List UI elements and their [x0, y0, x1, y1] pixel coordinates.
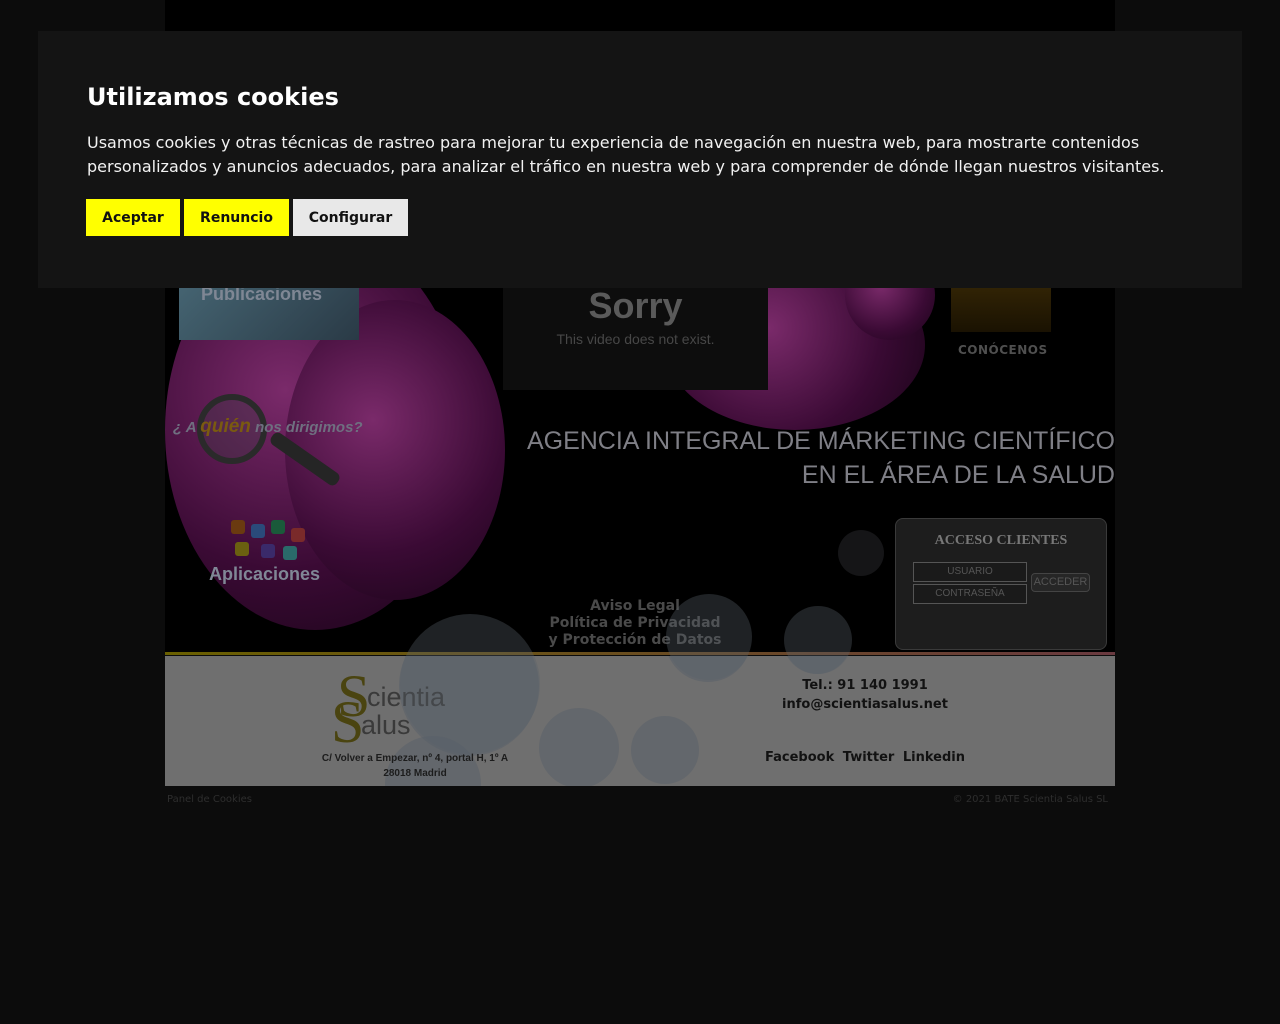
facebook-link[interactable]: Facebook [765, 750, 834, 765]
configure-cookies-button[interactable]: Configurar [293, 199, 408, 236]
reject-cookies-button[interactable]: Renuncio [184, 199, 289, 236]
decorative-circle [666, 594, 752, 680]
bacteria-image [285, 300, 505, 600]
address: C/ Volver a Empezar, nº 4, portal H, 1º … [321, 753, 509, 779]
decorative-circle [784, 606, 852, 674]
acceder-button[interactable]: ACCEDER [1031, 573, 1090, 592]
twitter-link[interactable]: Twitter [843, 750, 895, 765]
cookie-consent-banner: Utilizamos cookies Usamos cookies y otra… [38, 31, 1242, 288]
copyright-text: © 2021 BATE Scientia Salus SL [952, 794, 1108, 805]
social-links: Facebook Twitter Linkedin [725, 750, 1005, 765]
quien-nos-dirigimos-link[interactable]: ¿ A quién nos dirigimos? [173, 416, 363, 438]
decorative-circle [400, 614, 540, 754]
video-error-message: This video does not exist. [556, 331, 715, 347]
cookie-banner-title: Utilizamos cookies [87, 83, 339, 111]
decorative-circle [539, 708, 619, 786]
tagline: AGENCIA INTEGRAL DE MÁRKETING CIENTÍFICO… [526, 427, 1115, 489]
cookies-panel-link[interactable]: Panel de Cookies [167, 794, 252, 805]
accept-cookies-button[interactable]: Aceptar [86, 199, 180, 236]
phone-number: Tel.: 91 140 1991 [802, 678, 928, 693]
username-input[interactable]: USUARIO [913, 562, 1027, 582]
password-input[interactable]: CONTRASEÑA [913, 584, 1027, 604]
cookie-banner-text: Usamos cookies y otras técnicas de rastr… [87, 133, 1165, 176]
linkedin-link[interactable]: Linkedin [903, 750, 965, 765]
email-link[interactable]: info@scientiasalus.net [725, 695, 1005, 714]
aplicaciones-link[interactable]: Aplicaciones [209, 564, 320, 585]
site-footer: S cientia S alus C/ Volver a Empezar, nº… [165, 656, 1115, 786]
client-access-panel: ACCESO CLIENTES USUARIO CONTRASEÑA ACCED… [895, 518, 1107, 650]
decorative-circle [838, 530, 884, 576]
client-access-title: ACCESO CLIENTES [934, 533, 1068, 548]
decorative-circle [631, 716, 699, 784]
conocenos-link[interactable]: CONÓCENOS [958, 343, 1048, 357]
divider-stripe [165, 652, 1115, 655]
contact-info: Tel.: 91 140 1991 info@scientiasalus.net [725, 676, 1005, 714]
video-error-title: Sorry [588, 285, 683, 326]
